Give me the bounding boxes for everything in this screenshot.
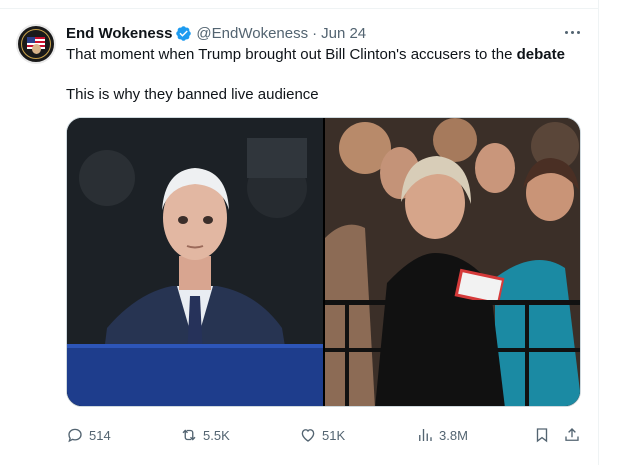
- photo-right-illustration: [325, 118, 580, 406]
- tweet-date[interactable]: Jun 24: [321, 25, 366, 42]
- like-count: 51K: [322, 427, 346, 443]
- author-handle[interactable]: @EndWokeness: [196, 25, 308, 42]
- avatar[interactable]: [16, 24, 56, 64]
- photo-right[interactable]: [325, 118, 580, 406]
- tweet-text-plain: That moment when Trump brought out Bill …: [66, 46, 517, 63]
- author-name[interactable]: End Wokeness: [66, 25, 172, 42]
- bookmark-button[interactable]: [533, 425, 556, 445]
- reply-button[interactable]: 514: [66, 425, 111, 445]
- reply-icon: [68, 428, 82, 443]
- photo-left-illustration: [67, 118, 323, 406]
- repost-icon: [182, 429, 196, 441]
- tweet-text-line1: That moment when Trump brought out Bill …: [66, 45, 565, 65]
- share-icon: [565, 428, 579, 441]
- like-button[interactable]: 51K: [299, 425, 345, 445]
- bookmark-icon: [536, 428, 548, 443]
- avatar-face: [32, 44, 41, 54]
- tweet-text-bold[interactable]: debate: [517, 46, 565, 63]
- views-count: 3.8M: [439, 427, 468, 443]
- verified-badge-icon[interactable]: [175, 25, 192, 42]
- separator: ·: [312, 24, 318, 42]
- tweet-media[interactable]: [66, 117, 581, 407]
- views-button[interactable]: 3.8M: [416, 425, 468, 445]
- tweet-text-line2: This is why they banned live audience: [66, 86, 319, 103]
- reply-count: 514: [89, 427, 111, 443]
- divider: [598, 0, 599, 465]
- views-icon: [419, 429, 432, 441]
- photo-left[interactable]: [67, 118, 323, 406]
- more-icon[interactable]: [563, 23, 581, 41]
- repost-count: 5.5K: [203, 427, 230, 443]
- tweet[interactable]: End Wokeness @EndWokeness · Jun 24 That …: [0, 9, 598, 465]
- repost-button[interactable]: 5.5K: [180, 425, 230, 445]
- like-icon: [301, 429, 315, 442]
- share-button[interactable]: [563, 425, 586, 445]
- tweet-header: End Wokeness @EndWokeness · Jun 24: [66, 23, 366, 43]
